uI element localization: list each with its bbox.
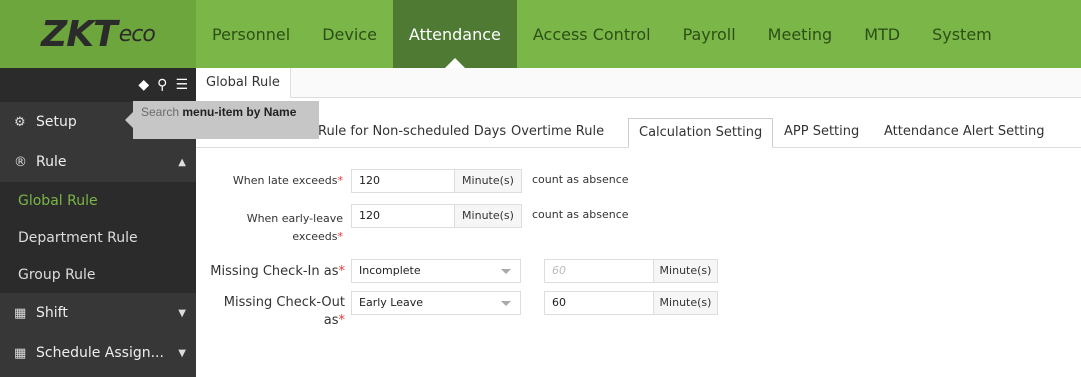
top-header: ZKT eco Personnel Device Attendance Acces… <box>0 0 1081 68</box>
nav-access-control[interactable]: Access Control <box>517 0 667 68</box>
calendar-icon: ▦ <box>14 305 27 321</box>
missing-check-out-unit: Minute(s) <box>653 291 718 315</box>
sidebar-item-group-rule[interactable]: Group Rule <box>0 256 196 293</box>
tab-app-setting[interactable]: APP Setting <box>784 118 859 148</box>
subtab-bar: Basic Setting Rule for Non-scheduled Day… <box>196 118 1081 148</box>
required-mark: * <box>338 313 346 328</box>
late-minutes-input[interactable]: 120 <box>351 169 455 193</box>
nav-payroll[interactable]: Payroll <box>667 0 752 68</box>
nav-system[interactable]: System <box>916 0 1008 68</box>
gear-icon: ⚙ <box>14 114 26 130</box>
missing-check-out-minutes-input[interactable]: 60 <box>544 291 654 315</box>
tag-icon[interactable]: ◆ <box>138 77 149 93</box>
chevron-down-icon <box>501 269 511 274</box>
registered-icon: ® <box>14 154 27 170</box>
chevron-down-icon <box>501 301 511 306</box>
tab-overtime-rule[interactable]: Overtime Rule <box>511 118 604 148</box>
nav-meeting[interactable]: Meeting <box>752 0 849 68</box>
missing-check-in-select[interactable]: Incomplete <box>351 259 521 283</box>
main-content: Global Rule Basic Setting Rule for Non-s… <box>196 68 1081 377</box>
tab-non-scheduled-days[interactable]: Rule for Non-scheduled Days <box>318 118 506 148</box>
calendar-grid-icon: ▦ <box>14 345 27 361</box>
sidebar-item-label: Rule <box>36 154 67 170</box>
caret-down-icon: ▼ <box>178 347 186 359</box>
late-note: count as absence <box>532 173 629 186</box>
late-label: When late exceeds* <box>232 174 344 187</box>
page-tab-bar: Global Rule <box>196 68 1081 98</box>
sidebar-item-department-rule[interactable]: Department Rule <box>0 219 196 256</box>
sidebar-item-global-rule[interactable]: Global Rule <box>0 182 196 219</box>
nav-attendance[interactable]: Attendance <box>392 0 517 68</box>
missing-check-in-label: Missing Check-In as* <box>210 264 346 279</box>
caret-up-icon: ▲ <box>178 156 186 168</box>
zkteco-logo[interactable]: ZKT eco <box>0 0 196 68</box>
missing-check-out-select[interactable]: Early Leave <box>351 291 521 315</box>
nav-device[interactable]: Device <box>306 0 393 68</box>
sidebar-item-label: Shift <box>36 305 68 321</box>
required-mark: * <box>337 174 344 187</box>
missing-check-in-unit: Minute(s) <box>653 259 718 283</box>
sidebar-item-rule[interactable]: ® Rule ▲ <box>0 142 196 182</box>
sidebar-toolbar: ◆ ⚲ ☰ <box>0 68 196 102</box>
tab-attendance-alert-setting[interactable]: Attendance Alert Setting <box>884 118 1044 148</box>
late-unit: Minute(s) <box>454 169 522 193</box>
nav-personnel[interactable]: Personnel <box>196 0 306 68</box>
early-leave-label: When early-leave exceeds* <box>246 212 344 243</box>
early-leave-unit: Minute(s) <box>454 204 522 228</box>
sidebar-item-label: Schedule Assign... <box>36 345 164 361</box>
logo-text: ZKT <box>41 13 118 55</box>
sidebar-item-shift[interactable]: ▦ Shift ▼ <box>0 293 196 333</box>
early-leave-minutes-input[interactable]: 120 <box>351 204 455 228</box>
tab-calculation-setting[interactable]: Calculation Setting <box>628 118 774 148</box>
missing-check-in-minutes-input[interactable]: 60 <box>544 259 654 283</box>
list-icon[interactable]: ☰ <box>175 77 188 93</box>
caret-down-icon: ▼ <box>178 307 186 319</box>
early-leave-note: count as absence <box>532 208 629 221</box>
nav-mtd[interactable]: MTD <box>848 0 916 68</box>
search-icon[interactable]: ⚲ <box>157 77 167 93</box>
missing-check-out-label: Missing Check-Out as* <box>223 295 346 328</box>
main-nav: Personnel Device Attendance Access Contr… <box>196 0 1008 68</box>
search-tooltip: Search menu-item by Name <box>125 101 319 139</box>
sidebar-item-label: Setup <box>36 114 77 130</box>
logo-eco-text: eco <box>118 21 156 47</box>
required-mark: * <box>338 264 346 279</box>
sidebar-item-schedule-assign[interactable]: ▦ Schedule Assign... ▼ <box>0 333 196 373</box>
required-mark: * <box>337 230 344 243</box>
tab-global-rule[interactable]: Global Rule <box>196 68 291 98</box>
